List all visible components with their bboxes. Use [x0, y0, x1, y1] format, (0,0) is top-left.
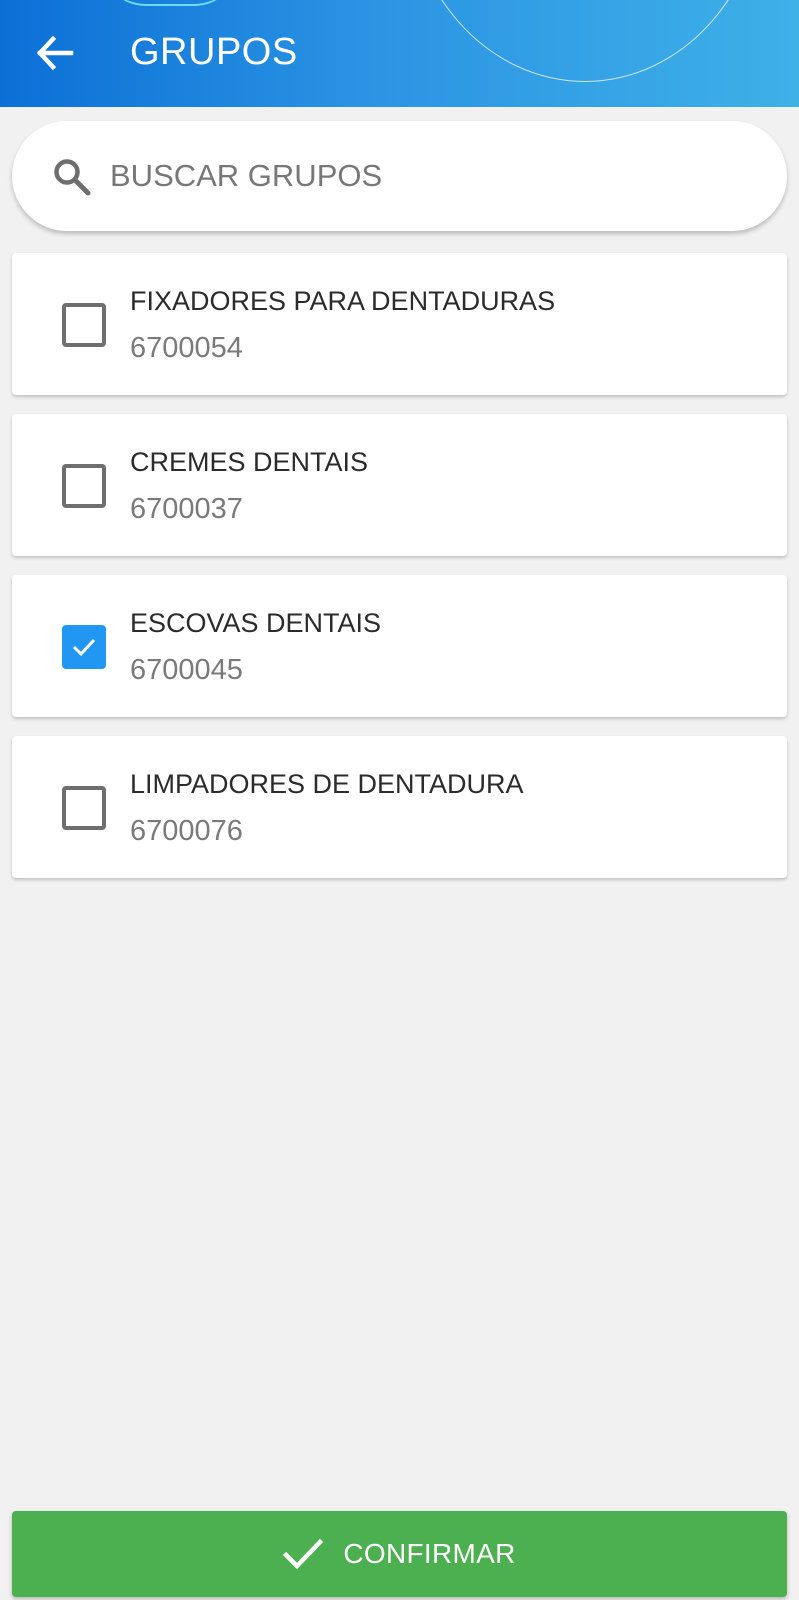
- group-title: ESCOVAS DENTAIS: [130, 608, 382, 638]
- group-list-item[interactable]: LIMPADORES DE DENTADURA 6700076: [12, 736, 787, 878]
- group-list-item[interactable]: FIXADORES PARA DENTADURAS 6700054: [12, 253, 787, 395]
- group-code: 6700054: [130, 332, 243, 364]
- group-checkbox[interactable]: [62, 786, 106, 830]
- app-screen: GRUPOS FIXADORES PARA DENTADURAS 6700054…: [0, 0, 799, 1600]
- group-checkbox[interactable]: [62, 625, 106, 669]
- group-code: 6700045: [130, 654, 243, 686]
- group-list: FIXADORES PARA DENTADURAS 6700054 CREMES…: [12, 253, 787, 897]
- search-input[interactable]: [110, 149, 750, 203]
- arrow-left-icon: [36, 36, 74, 70]
- search-bar[interactable]: [12, 121, 787, 231]
- confirm-button[interactable]: CONFIRMAR: [12, 1511, 787, 1597]
- group-list-item[interactable]: ESCOVAS DENTAIS 6700045: [12, 575, 787, 717]
- group-code: 6700037: [130, 493, 243, 525]
- group-list-item[interactable]: CREMES DENTAIS 6700037: [12, 414, 787, 556]
- group-title: CREMES DENTAIS: [130, 447, 369, 477]
- confirm-label: CONFIRMAR: [343, 1538, 516, 1569]
- check-icon: [283, 1538, 324, 1570]
- header-decoration: [100, 0, 240, 6]
- group-code: 6700076: [130, 815, 243, 847]
- group-checkbox[interactable]: [62, 303, 106, 347]
- group-title: FIXADORES PARA DENTADURAS: [130, 286, 556, 316]
- search-icon: [54, 159, 91, 196]
- page-title: GRUPOS: [130, 31, 298, 73]
- back-button[interactable]: [30, 28, 80, 78]
- header-decoration: [405, 0, 765, 82]
- group-checkbox[interactable]: [62, 464, 106, 508]
- checkmark-icon: [72, 638, 96, 657]
- app-header: GRUPOS: [0, 0, 799, 107]
- group-title: LIMPADORES DE DENTADURA: [130, 769, 524, 799]
